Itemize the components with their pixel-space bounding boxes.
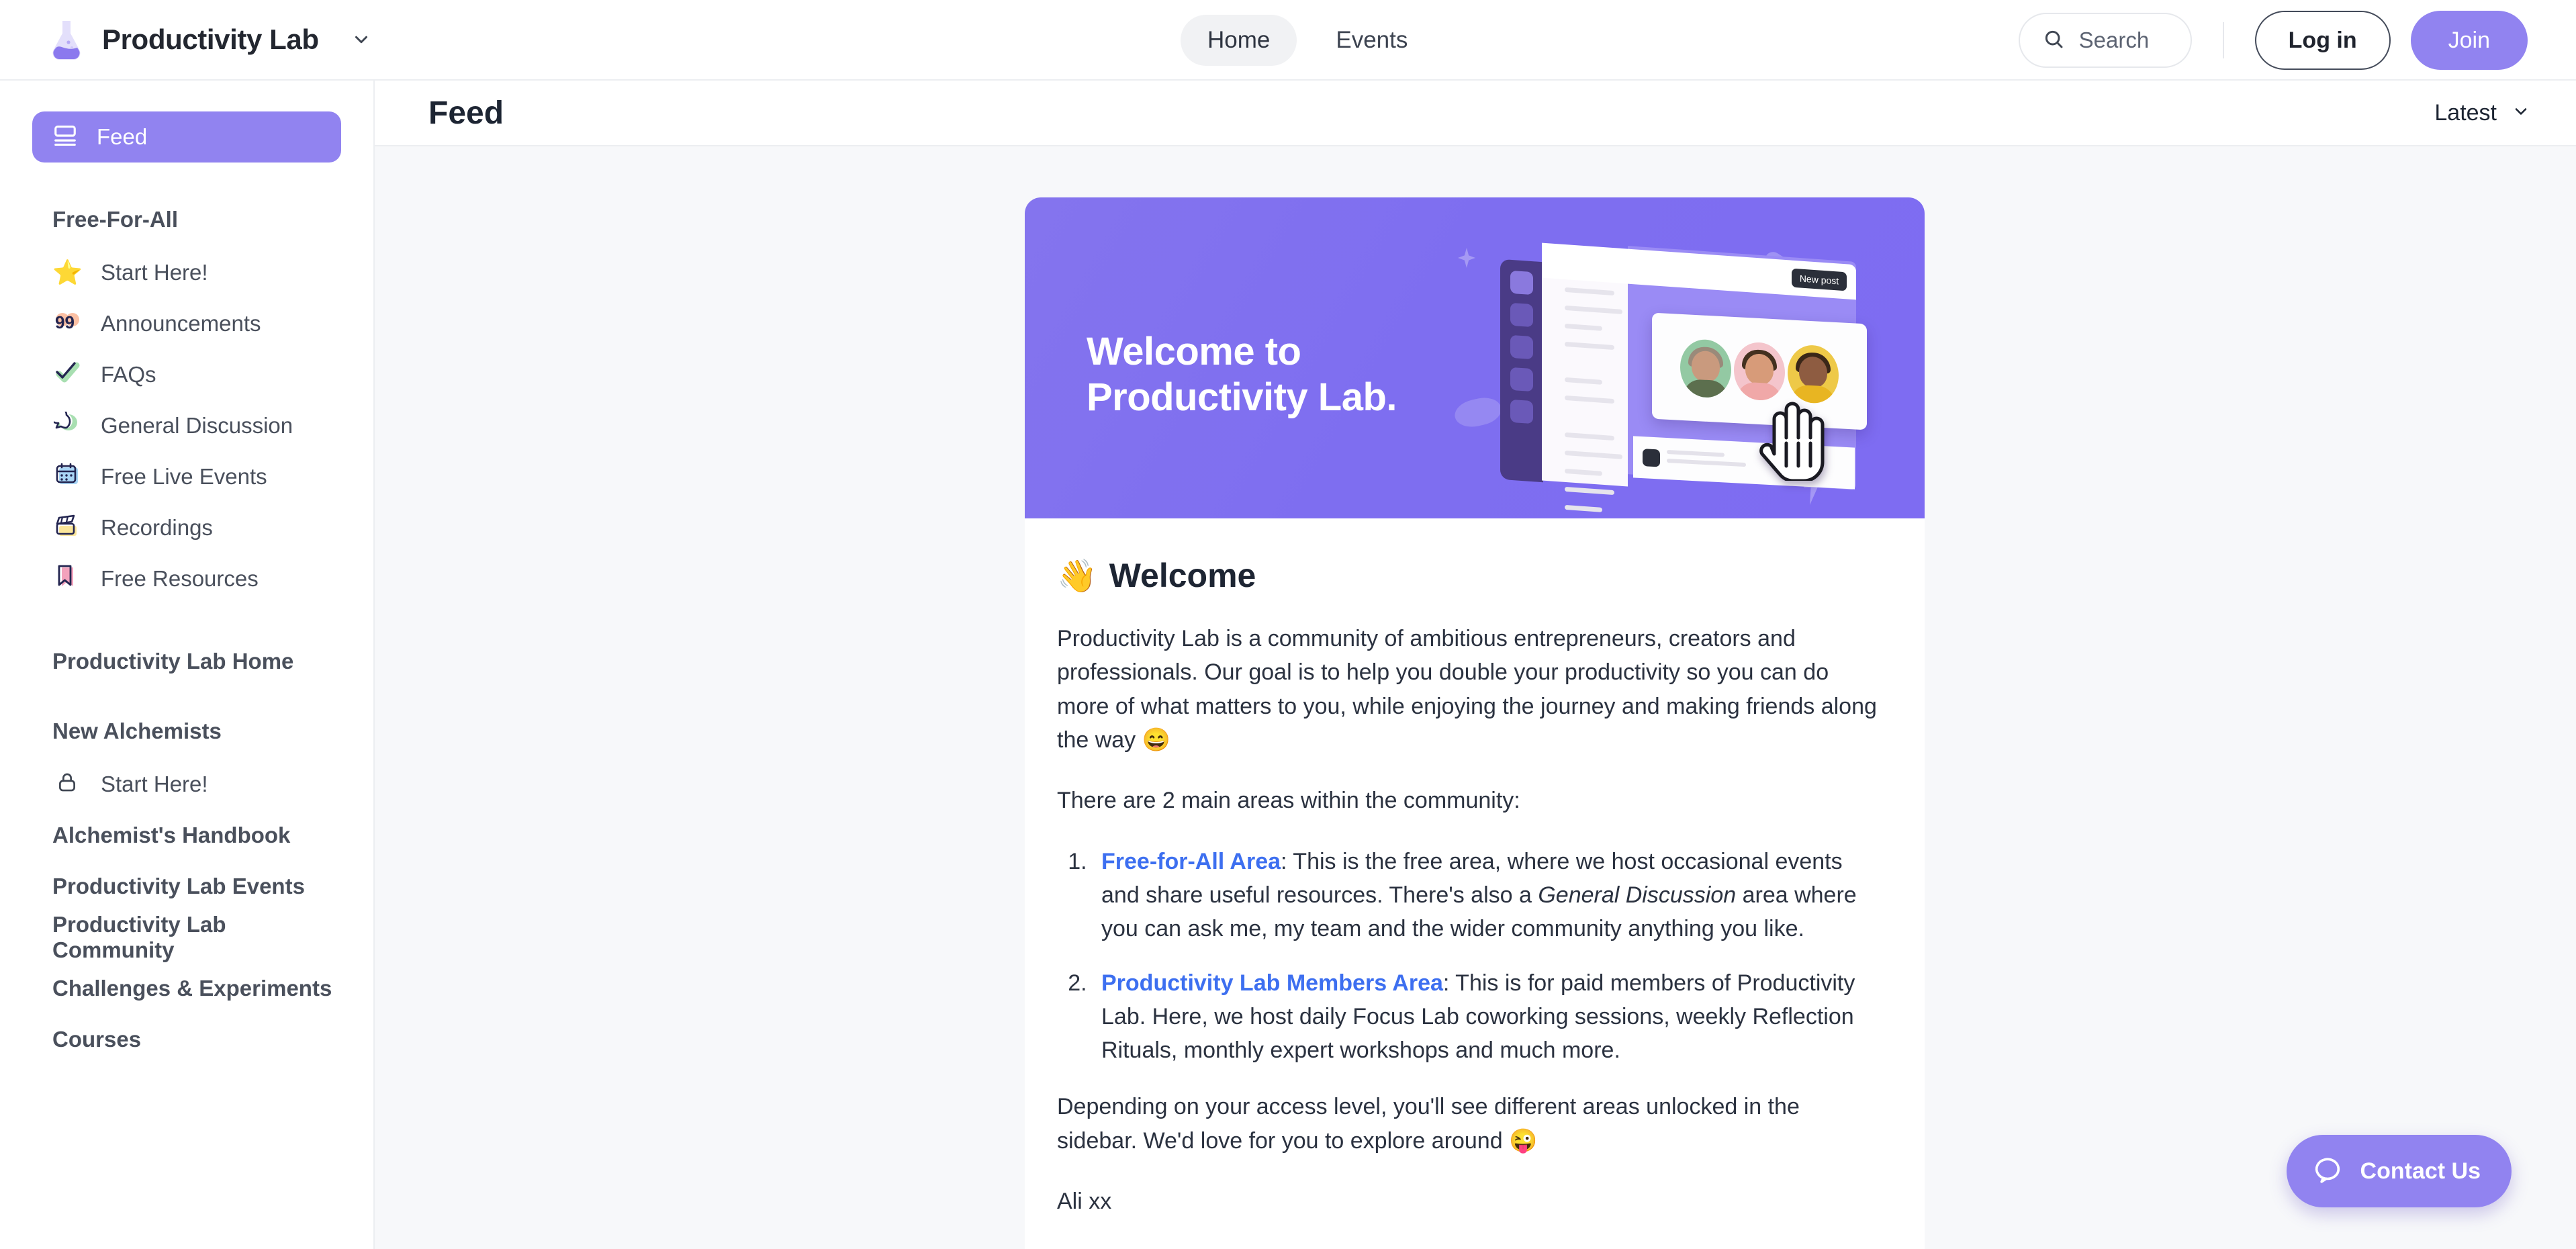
banner-title: Welcome to Productivity Lab. [1087, 329, 1397, 421]
sidebar-item-new-alchemists-start-here[interactable]: Start Here! [32, 759, 341, 810]
sidebar-group-title-free-for-all: Free-For-All [52, 207, 179, 232]
search-input[interactable]: Search [2018, 13, 2192, 68]
sidebar-item-label: Start Here! [101, 260, 208, 285]
chevron-down-icon[interactable] [351, 30, 371, 50]
check-icon [52, 361, 82, 389]
link-productivity-lab-members-area[interactable]: Productivity Lab Members Area [1101, 970, 1443, 996]
sparkle-decor-icon [1458, 248, 1475, 268]
feed-layout-icon [52, 123, 78, 152]
sidebar-item-free-live-events[interactable]: Free Live Events [32, 451, 341, 502]
sidebar-item-recordings[interactable]: Recordings [32, 502, 341, 553]
sidebar-group-title-productivity-lab-home[interactable]: Productivity Lab Home [52, 649, 341, 674]
app-mockup-illustration: New post [1495, 226, 1871, 512]
sidebar: Feed Free-For-All ⭐ Start Here! 99 Annou… [0, 81, 375, 1249]
list-item: Free-for-All Area: This is the free area… [1093, 845, 1886, 946]
sidebar-item-label: Recordings [101, 515, 213, 540]
main-content: Feed Latest Welcome to Productivity Lab. [375, 81, 2576, 1249]
contact-us-button[interactable]: Contact Us [2286, 1135, 2512, 1207]
avatar [1680, 338, 1731, 399]
nav-item-home[interactable]: Home [1181, 15, 1297, 66]
bookmark-icon [52, 565, 82, 593]
post-title-text: Welcome [1109, 557, 1256, 594]
sidebar-item-label: Start Here! [101, 772, 208, 796]
post-postscript: PS: You can close this banner once you'v… [1057, 1245, 1886, 1249]
brand-logo-group[interactable]: Productivity Lab [48, 19, 371, 60]
sidebar-item-label: Free Live Events [101, 464, 267, 489]
vertical-divider [2222, 22, 2224, 58]
search-icon [2043, 28, 2064, 53]
star-icon: ⭐ [52, 259, 83, 286]
sort-dropdown[interactable]: Latest [2434, 100, 2530, 126]
hand-cursor-icon [1759, 402, 1825, 481]
post-paragraph-2: There are 2 main areas within the commun… [1057, 788, 1520, 814]
mockup-icon-rail [1500, 259, 1543, 483]
post-title: 👋 Welcome [1057, 556, 1886, 595]
log-in-button[interactable]: Log in [2254, 11, 2391, 70]
page-title: Feed [428, 95, 504, 131]
sidebar-item-faqs[interactable]: FAQs [32, 349, 341, 400]
feed-scroll-area[interactable]: Welcome to Productivity Lab. New post 👋 … [375, 146, 2576, 1249]
svg-text:99: 99 [55, 312, 75, 332]
list-item-italic: General Discussion [1538, 882, 1737, 908]
sort-dropdown-label: Latest [2434, 99, 2497, 126]
quote-icon: 99 [52, 310, 82, 338]
sidebar-item-feed[interactable]: Feed [32, 111, 341, 163]
speech-bubble-icon [48, 406, 82, 440]
post-paragraph-1: Productivity Lab is a community of ambit… [1057, 626, 1877, 753]
mockup-new-post-button: New post [1792, 268, 1847, 291]
lock-icon [52, 771, 82, 798]
link-free-for-all-area[interactable]: Free-for-All Area [1101, 849, 1281, 874]
sidebar-item-label: Free Resources [101, 566, 259, 591]
search-placeholder: Search [2078, 28, 2150, 52]
sidebar-item-general-discussion[interactable]: General Discussion [32, 400, 341, 451]
banner-title-line-2: Productivity Lab. [1087, 375, 1397, 420]
chevron-down-icon [2512, 102, 2530, 124]
sidebar-item-label: Feed [97, 124, 148, 149]
post-signature: Ali xx [1057, 1189, 1112, 1215]
sidebar-item-label: General Discussion [101, 413, 293, 438]
welcome-banner: Welcome to Productivity Lab. New post [1025, 197, 1925, 518]
sidebar-section-productivity-lab-community[interactable]: Productivity Lab Community [52, 912, 341, 963]
waving-hand-icon: 👋 [1057, 558, 1097, 594]
flask-logo-icon [48, 19, 85, 60]
post-card: Welcome to Productivity Lab. New post 👋 … [1025, 197, 1925, 1249]
sidebar-section-productivity-lab-events[interactable]: Productivity Lab Events [52, 861, 341, 912]
join-button[interactable]: Join [2410, 11, 2528, 70]
top-navigation-bar: Productivity Lab Home Events Search Log … [0, 0, 2576, 81]
sidebar-section-courses[interactable]: Courses [52, 1014, 341, 1065]
post-list: Free-for-All Area: This is the free area… [1057, 845, 1886, 1068]
list-item: Productivity Lab Members Area: This is f… [1093, 966, 1886, 1068]
sidebar-item-announcements[interactable]: 99 Announcements [32, 298, 341, 349]
sidebar-section-challenges-experiments[interactable]: Challenges & Experiments [52, 963, 341, 1014]
sidebar-item-free-resources[interactable]: Free Resources [32, 553, 341, 604]
sidebar-section-alchemists-handbook[interactable]: Alchemist's Handbook [52, 810, 341, 861]
calendar-icon [52, 463, 82, 491]
speech-bubble-icon [2312, 1154, 2343, 1189]
post-paragraph-3: Depending on your access level, you'll s… [1057, 1094, 1800, 1154]
primary-nav: Home Events [1181, 0, 1434, 81]
mockup-sidebar [1542, 255, 1628, 512]
sidebar-item-label: Announcements [101, 311, 261, 336]
sidebar-item-label: FAQs [101, 362, 156, 387]
top-bar-actions: Search Log in Join [2018, 0, 2528, 81]
post-body: 👋 Welcome Productivity Lab is a communit… [1025, 518, 1925, 1249]
sidebar-group-title-new-alchemists: New Alchemists [52, 719, 222, 743]
brand-name: Productivity Lab [102, 24, 319, 55]
contact-us-label: Contact Us [2360, 1158, 2481, 1184]
sidebar-item-start-here[interactable]: ⭐ Start Here! [32, 247, 341, 298]
nav-item-events[interactable]: Events [1309, 15, 1434, 66]
banner-title-line-1: Welcome to [1087, 330, 1301, 373]
clapperboard-icon [52, 514, 82, 542]
feed-header: Feed Latest [375, 81, 2576, 146]
